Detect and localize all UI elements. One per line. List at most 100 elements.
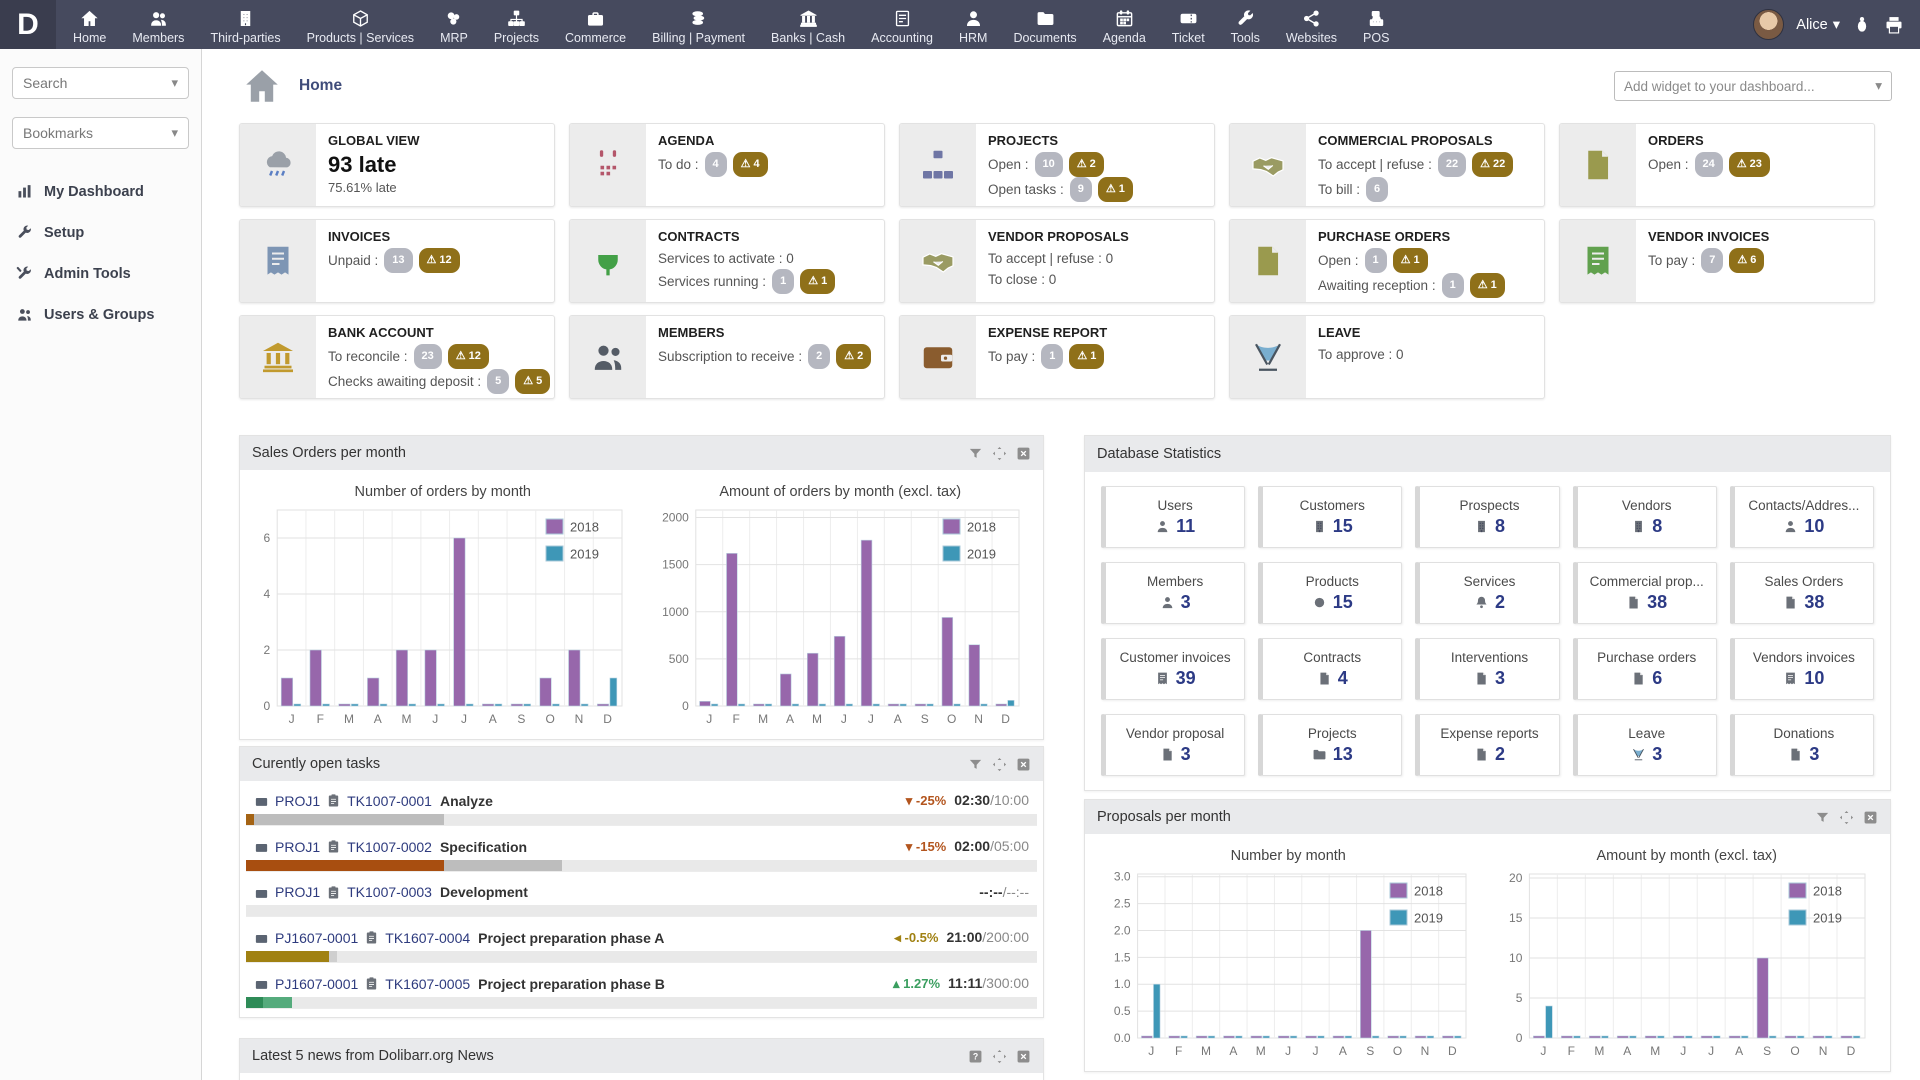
task-ref-link[interactable]: TK1007-0003 [347,884,432,900]
breadcrumb-home-link[interactable]: Home [299,77,342,95]
nav-item-billing-payment[interactable]: Billing | Payment [639,0,758,49]
move-icon[interactable] [992,757,1007,772]
stat-box-expense-reports[interactable]: Expense reports 2 [1415,714,1560,776]
nav-item-mrp[interactable]: MRP [427,0,481,49]
stat-box-customers[interactable]: Customers 15 [1258,486,1403,548]
sidebar-item-admin-tools[interactable]: Admin Tools [0,253,201,294]
count-badge[interactable]: 4 [704,152,727,177]
kpi-card-title[interactable]: AGENDA [658,133,872,148]
nav-item-home[interactable]: Home [60,0,119,49]
count-badge[interactable]: 1 [772,269,795,294]
dolibarr-logo[interactable]: D [0,0,56,49]
task-project-link[interactable]: PROJ1 [275,884,320,900]
count-badge[interactable]: 24 [1694,152,1723,177]
warning-badge[interactable]: ⚠ 22 [1472,152,1514,177]
kpi-card-title[interactable]: MEMBERS [658,325,872,340]
close-icon[interactable] [1863,810,1878,825]
stat-box-interventions[interactable]: Interventions 3 [1415,638,1560,700]
count-badge[interactable]: 23 [413,344,442,369]
stat-box-vendors[interactable]: Vendors 8 [1572,486,1717,548]
user-avatar[interactable] [1753,9,1785,40]
nav-item-third-parties[interactable]: Third-parties [197,0,293,49]
count-badge[interactable]: 1 [1441,273,1464,298]
kpi-card-title[interactable]: CONTRACTS [658,229,872,244]
kpi-card-title[interactable]: ORDERS [1648,133,1862,148]
filter-icon[interactable] [1815,810,1830,825]
kpi-card-title[interactable]: BANK ACCOUNT [328,325,542,340]
nav-item-websites[interactable]: Websites [1273,0,1350,49]
warning-badge[interactable]: ⚠ 2 [1068,152,1104,177]
stat-box-contracts[interactable]: Contracts 4 [1258,638,1403,700]
user-menu[interactable]: Alice ▾ [1796,17,1840,33]
close-icon[interactable] [1016,446,1031,461]
kpi-card-title[interactable]: GLOBAL VIEW [328,133,542,148]
warning-badge[interactable]: ⚠ 1 [1392,248,1428,273]
kpi-card-title[interactable]: PURCHASE ORDERS [1318,229,1532,244]
filter-icon[interactable] [968,446,983,461]
stat-box-members[interactable]: Members 3 [1101,562,1246,624]
count-badge[interactable]: 1 [1364,248,1387,273]
task-project-link[interactable]: PROJ1 [275,793,320,809]
task-label[interactable]: Specification [440,839,527,855]
task-ref-link[interactable]: TK1007-0001 [347,793,432,809]
task-ref-link[interactable]: TK1607-0004 [385,930,470,946]
nav-item-documents[interactable]: Documents [1000,0,1089,49]
task-label[interactable]: Development [440,884,528,900]
sidebar-item-my-dashboard[interactable]: My Dashboard [0,171,201,212]
sidebar-item-users-groups[interactable]: Users & Groups [0,294,201,335]
bookmarks-dropdown[interactable]: Bookmarks ▾ [12,117,189,149]
warning-badge[interactable]: ⚠ 5 [515,369,551,394]
stat-box-vendors-invoices[interactable]: Vendors invoices 10 [1729,638,1874,700]
stat-box-leave[interactable]: Leave 3 [1572,714,1717,776]
stat-box-services[interactable]: Services 2 [1415,562,1560,624]
task-ref-link[interactable]: TK1007-0002 [347,839,432,855]
kpi-card-title[interactable]: COMMERCIAL PROPOSALS [1318,133,1532,148]
warning-badge[interactable]: ⚠ 1 [1469,273,1505,298]
close-icon[interactable] [1016,757,1031,772]
warning-badge[interactable]: ⚠ 12 [418,248,460,273]
nav-item-projects[interactable]: Projects [481,0,552,49]
move-icon[interactable] [1839,810,1854,825]
kpi-card-title[interactable]: EXPENSE REPORT [988,325,1202,340]
nav-item-banks-cash[interactable]: Banks | Cash [758,0,858,49]
warning-badge[interactable]: ⚠ 6 [1729,248,1765,273]
nav-item-accounting[interactable]: Accounting [858,0,946,49]
nav-item-ticket[interactable]: Ticket [1159,0,1218,49]
stat-box-commercial-prop[interactable]: Commercial prop... 38 [1572,562,1717,624]
move-icon[interactable] [992,1049,1007,1064]
nav-item-commerce[interactable]: Commerce [552,0,639,49]
kpi-card-title[interactable]: INVOICES [328,229,542,244]
warning-badge[interactable]: ⚠ 4 [732,152,768,177]
stat-box-projects[interactable]: Projects 13 [1258,714,1403,776]
stat-box-products[interactable]: Products 15 [1258,562,1403,624]
task-project-link[interactable]: PJ1607-0001 [275,976,358,992]
stat-box-vendor-proposal[interactable]: Vendor proposal 3 [1101,714,1246,776]
count-badge[interactable]: 9 [1069,177,1092,202]
task-label[interactable]: Analyze [440,793,493,809]
warning-badge[interactable]: ⚠ 1 [1097,177,1133,202]
stat-box-prospects[interactable]: Prospects 8 [1415,486,1560,548]
count-badge[interactable]: 1 [1041,344,1064,369]
task-label[interactable]: Project preparation phase B [478,976,665,992]
task-project-link[interactable]: PJ1607-0001 [275,930,358,946]
stat-box-users[interactable]: Users 11 [1101,486,1246,548]
kpi-card-title[interactable]: VENDOR PROPOSALS [988,229,1202,244]
count-badge[interactable]: 10 [1034,152,1063,177]
warning-badge[interactable]: ⚠ 1 [800,269,836,294]
stat-box-customer-invoices[interactable]: Customer invoices 39 [1101,638,1246,700]
close-icon[interactable] [1016,1049,1031,1064]
help-icon[interactable] [968,1049,983,1064]
nav-item-tools[interactable]: Tools [1218,0,1273,49]
stat-box-purchase-orders[interactable]: Purchase orders 6 [1572,638,1717,700]
move-icon[interactable] [992,446,1007,461]
kpi-card-title[interactable]: PROJECTS [988,133,1202,148]
task-label[interactable]: Project preparation phase A [478,930,664,946]
search-dropdown[interactable]: Search ▾ [12,67,189,99]
nav-item-agenda[interactable]: Agenda [1090,0,1159,49]
stat-box-contacts-addres[interactable]: Contacts/Addres... 10 [1729,486,1874,548]
kpi-card-title[interactable]: VENDOR INVOICES [1648,229,1862,244]
nav-item-hrm[interactable]: HRM [946,0,1000,49]
kpi-card-title[interactable]: LEAVE [1318,325,1532,340]
count-badge[interactable]: 6 [1366,177,1389,202]
task-ref-link[interactable]: TK1607-0005 [385,976,470,992]
